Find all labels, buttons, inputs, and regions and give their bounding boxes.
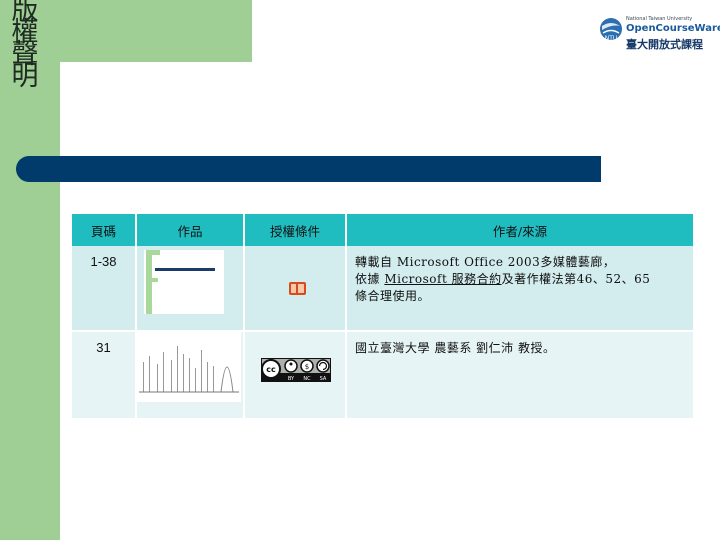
cc-text: cc bbox=[266, 365, 276, 374]
logo-chinese-text: 臺大開放式課程 bbox=[626, 38, 703, 51]
table-row: 31 cc $ BY NC SA 國立臺灣大學 農藝系 劉仁沛 教授。 bbox=[72, 331, 695, 420]
author-line-1: 轉載自 Microsoft Office 2003多媒體藝廊， bbox=[355, 255, 616, 269]
license-cell: cc $ BY NC SA bbox=[244, 331, 347, 420]
svg-text:$: $ bbox=[305, 363, 309, 371]
cc-sa-label: SA bbox=[320, 376, 327, 382]
author-line-3: 條合理使用。 bbox=[355, 289, 431, 303]
page-number: 31 bbox=[72, 331, 137, 420]
work-cell bbox=[136, 331, 245, 420]
author-line-2: 依據 Microsoft 服務合約及著作權法第46、52、65 bbox=[355, 271, 687, 288]
author-line-2-post: 及著作權法第46、52、65 bbox=[501, 272, 651, 286]
globe-icon: NTU bbox=[600, 18, 622, 42]
scatter-plot-thumbnail bbox=[137, 332, 241, 402]
logo-ocw-text: OpenCourseWare bbox=[626, 23, 720, 34]
header-license: 授權條件 bbox=[244, 214, 347, 246]
credits-table: 頁碼 作品 授權條件 作者/來源 1-38 轉載自 Microsoft Offi… bbox=[72, 214, 695, 420]
microsoft-service-agreement-link[interactable]: Microsoft 服務合約 bbox=[384, 272, 501, 286]
table-header-row: 頁碼 作品 授權條件 作者/來源 bbox=[72, 214, 695, 246]
header-author: 作者/來源 bbox=[346, 214, 695, 246]
microsoft-office-icon bbox=[289, 282, 306, 295]
table-row: 1-38 轉載自 Microsoft Office 2003多媒體藝廊， 依據 … bbox=[72, 246, 695, 332]
ocw-logo: NTU National Taiwan University OpenCours… bbox=[598, 14, 720, 51]
cc-by-nc-sa-icon: cc $ BY NC SA bbox=[261, 358, 331, 382]
page-number: 1-38 bbox=[72, 246, 137, 332]
author-line-2-pre: 依據 bbox=[355, 272, 385, 286]
plot-image bbox=[137, 332, 241, 402]
author-cell: 國立臺灣大學 農藝系 劉仁沛 教授。 bbox=[346, 331, 695, 420]
author-cell: 轉載自 Microsoft Office 2003多媒體藝廊， 依據 Micro… bbox=[346, 246, 695, 332]
page-title: 版權聲明 bbox=[11, 0, 39, 92]
work-cell bbox=[136, 246, 245, 332]
decorative-navy-bar bbox=[16, 156, 601, 182]
clipart-thumbnail bbox=[137, 246, 227, 318]
header-work: 作品 bbox=[136, 214, 245, 246]
logo-university-text: National Taiwan University bbox=[626, 16, 693, 22]
cc-nc-label: NC bbox=[303, 376, 311, 382]
cc-by-label: BY bbox=[288, 376, 295, 382]
license-cell bbox=[244, 246, 347, 332]
header-page: 頁碼 bbox=[72, 214, 137, 246]
creative-commons-badge: cc $ BY NC SA bbox=[245, 332, 345, 404]
clipart-image bbox=[144, 250, 224, 314]
logo-badge: NTU bbox=[605, 35, 618, 42]
